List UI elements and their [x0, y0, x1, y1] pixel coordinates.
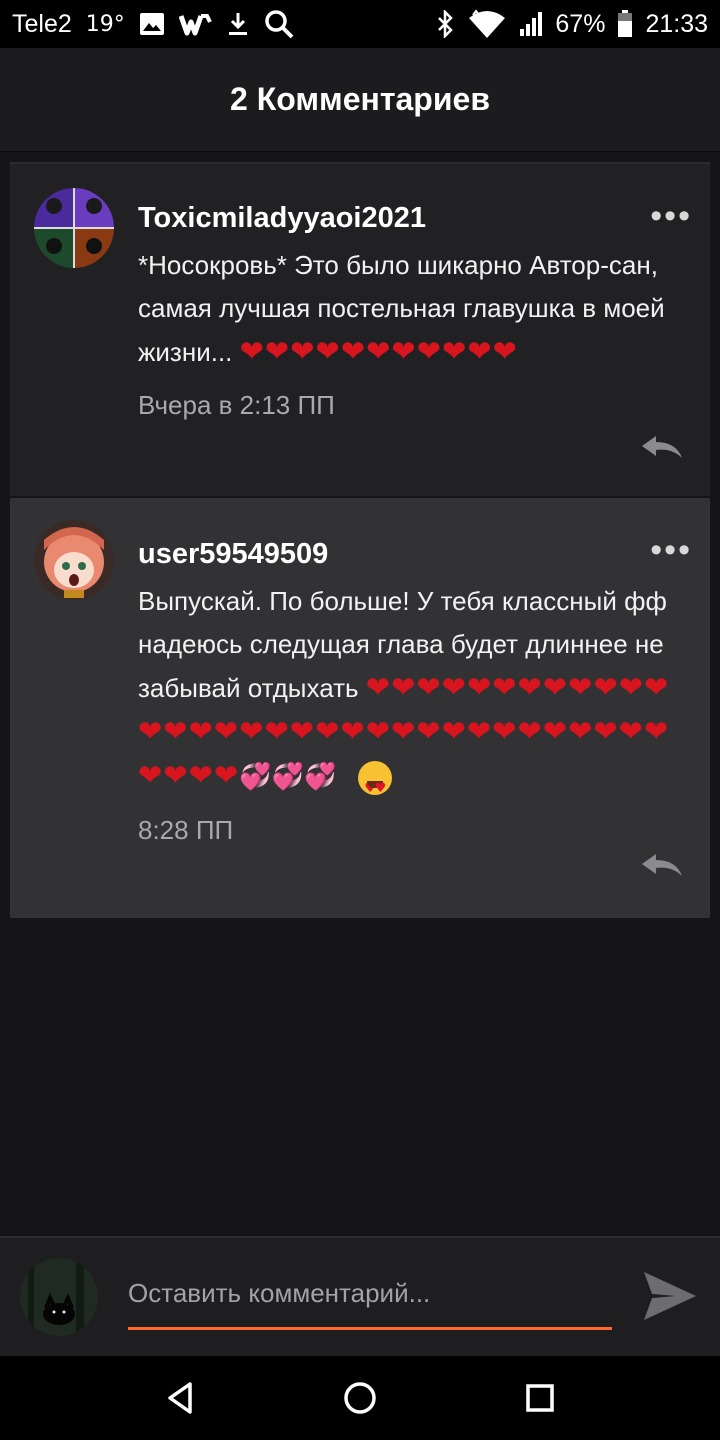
- bluetooth-icon: [435, 10, 455, 38]
- comment-body: Toxicmiladyyaoi2021 *Носокровь* Это было…: [138, 198, 692, 421]
- download-icon: [227, 11, 249, 37]
- avatar: [20, 1258, 98, 1336]
- navigation-bar: [0, 1356, 720, 1440]
- recents-icon[interactable]: [518, 1376, 562, 1420]
- home-icon[interactable]: [338, 1376, 382, 1420]
- comment-item: Toxicmiladyyaoi2021 *Носокровь* Это было…: [10, 162, 710, 496]
- wattpad-icon: [178, 12, 213, 36]
- heart-eyes-emoji-icon: [358, 761, 393, 810]
- comment-input-bar: [0, 1236, 720, 1356]
- more-options-icon[interactable]: •••: [650, 533, 692, 567]
- back-icon[interactable]: [158, 1376, 202, 1420]
- carrier-label: Tele2: [12, 9, 72, 38]
- search-icon: [263, 8, 295, 40]
- heart-emojis: ❤❤❤❤❤❤❤❤❤❤❤: [239, 334, 518, 368]
- comment-item: user59549509 Выпускай. По больше! У тебя…: [10, 498, 710, 918]
- temperature-label: 19°: [85, 11, 125, 37]
- avatar[interactable]: [34, 188, 114, 268]
- revolving-hearts-emojis: 💞💞💞: [239, 762, 337, 792]
- page-title: 2 Комментариев: [230, 81, 490, 117]
- comment-timestamp: 8:28 ПП: [138, 815, 234, 845]
- comment-text: *Носокровь* Это было шикарно Автор-сан, …: [138, 244, 692, 374]
- comments-header: 2 Комментариев: [0, 48, 720, 152]
- reply-icon[interactable]: [638, 850, 684, 880]
- clock: 21:33: [645, 9, 708, 38]
- comment-timestamp: Вчера в 2:13 ПП: [138, 390, 335, 420]
- comment-username[interactable]: user59549509: [138, 534, 692, 574]
- more-options-icon[interactable]: •••: [650, 199, 692, 233]
- comment-input[interactable]: [128, 1274, 612, 1330]
- status-bar: Tele2 19° 67% 21:33: [0, 0, 720, 48]
- battery-percent: 67%: [555, 9, 606, 38]
- reply-icon[interactable]: [638, 432, 684, 462]
- comment-text: Выпускай. По больше! У тебя классный фф …: [138, 580, 692, 810]
- comment-username[interactable]: Toxicmiladyyaoi2021: [138, 198, 692, 238]
- signal-icon: [519, 11, 543, 37]
- avatar[interactable]: [34, 520, 114, 600]
- battery-icon: [617, 10, 633, 38]
- wifi-icon: [467, 9, 507, 39]
- send-icon[interactable]: [640, 1268, 698, 1324]
- comment-body: user59549509 Выпускай. По больше! У тебя…: [138, 534, 692, 846]
- image-icon: [139, 12, 165, 36]
